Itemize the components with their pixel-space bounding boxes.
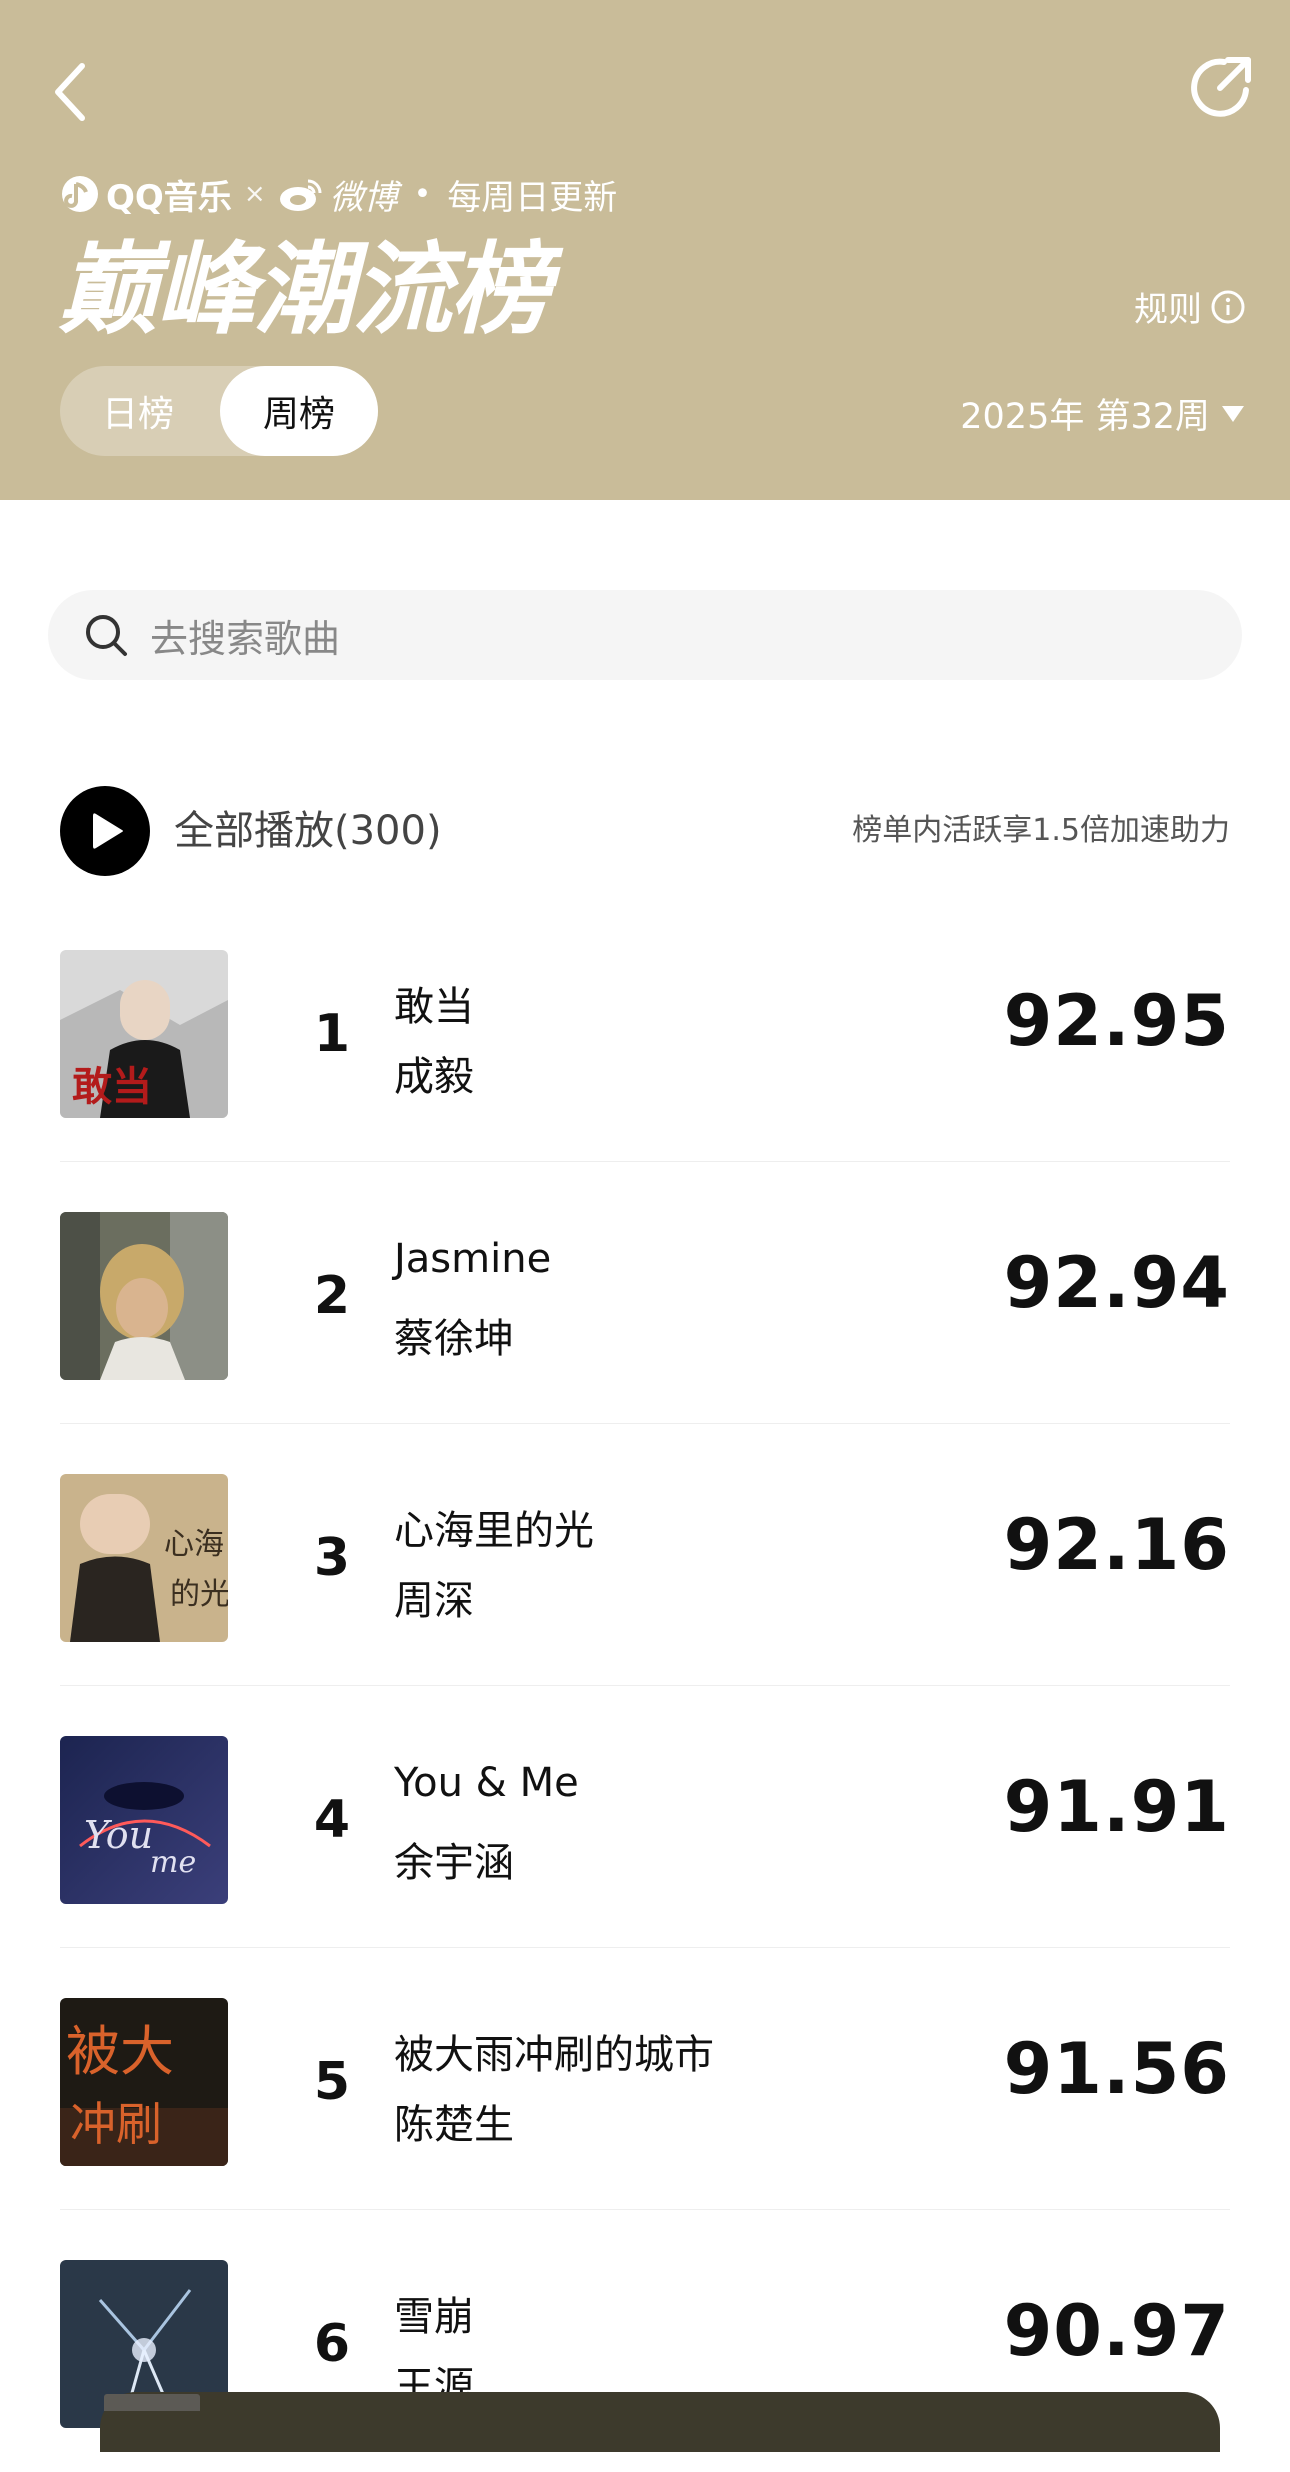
svg-text:me: me: [150, 1845, 196, 1880]
boost-note: 榜单内活跃享1.5倍加速助力: [852, 813, 1230, 848]
chart-period-tabs: 日榜 周榜: [60, 366, 378, 456]
song-title: 敢当: [394, 984, 474, 1030]
svg-text:You: You: [84, 1813, 153, 1857]
song-artist[interactable]: 陈楚生: [394, 2092, 514, 2150]
play-all-button[interactable]: [60, 786, 150, 876]
svg-text:被大: 被大: [66, 2020, 174, 2083]
song-title: 雪崩: [394, 2294, 474, 2340]
album-cover: 敢当: [60, 950, 228, 1118]
song-row[interactable]: 心海 的光 3 心海里的光 周深 92.16: [60, 1424, 1230, 1686]
share-icon[interactable]: [1188, 52, 1258, 122]
song-row[interactable]: You me 4 You & Me 余宇涵 91.91: [60, 1686, 1230, 1948]
weibo-logo: 微博: [278, 170, 398, 219]
page-title: 巅峰潮流榜: [58, 231, 550, 348]
album-cover: You me: [60, 1736, 228, 1904]
tab-weekly[interactable]: 周榜: [220, 366, 378, 456]
chart-score: 92.94: [1003, 1242, 1230, 1324]
rank-number: 3: [313, 1528, 351, 1588]
caret-down-icon: [1222, 405, 1244, 422]
song-artist[interactable]: 周深: [394, 1568, 474, 1626]
info-icon: [1211, 290, 1245, 323]
search-placeholder: 去搜索歌曲: [150, 616, 341, 661]
rank-number: 6: [313, 2314, 351, 2374]
rank-number: 2: [313, 1266, 351, 1326]
chart-score: 92.95: [1003, 980, 1230, 1062]
mini-player-cover: [104, 2394, 200, 2411]
update-note: 每周日更新: [447, 177, 618, 218]
song-artist[interactable]: 蔡徐坤: [394, 1306, 514, 1364]
song-row[interactable]: 被大 冲刷 5 被大雨冲刷的城市 陈楚生 91.56: [60, 1948, 1230, 2210]
song-artist[interactable]: 成毅: [394, 1044, 474, 1102]
svg-text:的光: 的光: [170, 1577, 228, 1612]
song-artist[interactable]: 余宇涵: [394, 1830, 514, 1888]
svg-text:敢当: 敢当: [72, 1063, 152, 1110]
play-all-row: 全部播放(300) 榜单内活跃享1.5倍加速助力: [60, 786, 1230, 876]
rank-number: 1: [313, 1004, 351, 1064]
song-title: You & Me: [394, 1760, 579, 1806]
song-row[interactable]: 2 Jasmine 蔡徐坤 92.94: [60, 1162, 1230, 1424]
qq-music-icon: [62, 176, 98, 212]
back-icon[interactable]: [44, 52, 104, 132]
play-icon: [93, 813, 123, 849]
brand-row: QQ音乐 × 微博 • 每周日更新: [60, 168, 617, 220]
week-selector[interactable]: 2025年 第32周: [960, 388, 1246, 439]
song-row[interactable]: 敢当 1 敢当 成毅 92.95: [60, 900, 1230, 1162]
song-title: 被大雨冲刷的城市: [394, 2032, 714, 2078]
weibo-icon: [279, 179, 322, 211]
separator-dot: •: [413, 176, 432, 212]
qq-music-brand: QQ音乐: [106, 177, 232, 218]
week-selector-label: 2025年 第32周: [960, 397, 1210, 437]
brand-separator: ×: [243, 179, 266, 209]
play-all-label[interactable]: 全部播放(300): [174, 786, 442, 876]
chart-score: 91.91: [1003, 1766, 1230, 1848]
search-input[interactable]: 去搜索歌曲: [48, 590, 1242, 680]
tab-daily[interactable]: 日榜: [60, 366, 216, 456]
svg-text:冲刷: 冲刷: [70, 2097, 162, 2151]
chart-header: QQ音乐 × 微博 • 每周日更新 巅峰潮流榜 规则 日榜 周榜 2025年 第…: [0, 0, 1290, 500]
search-icon: [86, 615, 127, 656]
chart-score: 90.97: [1003, 2290, 1230, 2372]
qq-music-logo: QQ音乐: [60, 170, 232, 219]
chart-score: 91.56: [1003, 2028, 1230, 2110]
mini-player[interactable]: [100, 2392, 1220, 2452]
weibo-brand: 微博: [329, 177, 398, 218]
svg-text:心海: 心海: [164, 1527, 224, 1562]
rank-number: 4: [313, 1790, 351, 1850]
song-title: Jasmine: [394, 1236, 552, 1282]
album-cover: 心海 的光: [60, 1474, 228, 1642]
rank-number: 5: [313, 2052, 351, 2112]
chart-score: 92.16: [1003, 1504, 1230, 1586]
rules-button[interactable]: 规则: [1134, 282, 1246, 331]
rules-label: 规则: [1134, 290, 1202, 330]
album-cover: 被大 冲刷: [60, 1998, 228, 2166]
song-title: 心海里的光: [394, 1508, 594, 1554]
album-cover: [60, 1212, 228, 1380]
